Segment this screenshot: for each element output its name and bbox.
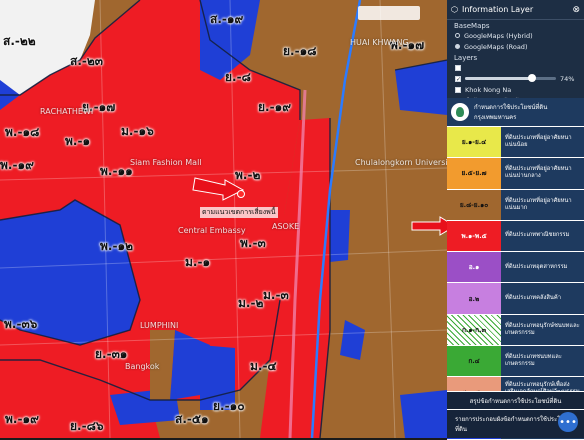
legend-swatch: ก.๔ (447, 346, 501, 377)
legend-swatch: ย.๑-ย.๔ (447, 127, 501, 158)
legend-swatch: อ.๑ (447, 252, 501, 283)
legend-text: ที่ดินประเภทที่อยู่อาศัยหนาแน่นปานกลาง (501, 158, 584, 189)
legend-row: ย.๘-ย.๑๐ ที่ดินประเภทที่อยู่อาศัยหนาแน่นม… (447, 189, 584, 221)
legend: กำหนดการใช้ประโยชน์ที่ดิน กรุงเทพมหานคร … (447, 98, 584, 440)
zone-label: ย.-๑๐ (213, 399, 245, 413)
legend-text: ที่ดินประเภทที่อยู่อาศัยหนาแน่นมาก (501, 189, 584, 220)
panel-header: ⬡ Information Layer ⊗ (447, 0, 584, 20)
radio-icon[interactable] (455, 44, 460, 49)
layer-label: Khok Nong Na (465, 85, 512, 94)
close-icon[interactable]: ⊗ (572, 5, 580, 15)
zone-label: ย.-๑๙ (258, 100, 291, 114)
layers-icon: ⬡ (451, 5, 458, 14)
zone-label: ส.-๕๑ (175, 412, 209, 426)
legend-title: กำหนดการใช้ประโยชน์ที่ดิน กรุงเทพมหานคร (474, 104, 548, 121)
zone-label: ม.-๔ (250, 359, 277, 373)
information-layer-panel: ⬡ Information Layer ⊗ BaseMaps GoogleMap… (447, 0, 584, 440)
basemaps-label: BaseMaps (454, 22, 490, 30)
legend-text: ที่ดินประเภทชนบทและเกษตรกรรม (501, 346, 584, 377)
marker-label: ตามแนวเขตการเสี่ยงพนื้ (200, 207, 278, 218)
zoning-map-layer (0, 0, 447, 438)
zone-label: ส.-๒๓ (70, 54, 103, 68)
legend-swatch: ก.๑-ก.๓ (447, 314, 501, 346)
place-label: HUAI KHWANG (350, 38, 409, 47)
zone-label: พ.-๓ (240, 236, 266, 250)
place-label: Central Embassy (178, 226, 246, 235)
legend-row: พ.๑-พ.๕ ที่ดินประเภทพาณิชยกรรม (447, 220, 584, 253)
place-label: Bangkok (125, 362, 160, 371)
zone-label: ย.-๑๘ (283, 44, 317, 58)
zone-label: พ.-๓๖ (4, 317, 38, 331)
legend-swatch: พ.๑-พ.๕ (447, 220, 501, 252)
zone-label: ส.-๒๒ (3, 34, 36, 48)
zoning-map[interactable]: ส.-๒๒ ส.-๒๓ ส.-๑๙ พ.-๑๗ ย.-๘ ย.-๑๘ พ.-๑๘… (0, 0, 447, 438)
basemap-label: GoogleMaps (Road) (464, 42, 528, 51)
legend-swatch: อ.๒ (447, 283, 501, 314)
layer-checkbox[interactable] (455, 86, 461, 93)
legend-text: ที่ดินประเภทคลังสินค้า (501, 283, 584, 314)
legend-row: ก.๑-ก.๓ ที่ดินประเภทอนุรักษ์ชนบทและเกษตรก… (447, 314, 584, 347)
zone-label: ม.-๓ (263, 288, 289, 302)
radio-icon[interactable] (455, 33, 460, 38)
zone-label: พ.-๑๘ (5, 125, 40, 139)
legend-text: ที่ดินประเภทพาณิชยกรรม (501, 220, 584, 252)
zone-label: พ.-๑ (65, 134, 91, 148)
legend-text: ที่ดินประเภทอุตสาหกรรม (501, 252, 584, 283)
more-button[interactable]: ••• (558, 412, 578, 432)
zone-label: พ.-๑๙ (5, 412, 39, 426)
basemap-label: GoogleMaps (Hybrid) (464, 31, 533, 40)
legend-row: ย.๑-ย.๔ ที่ดินประเภทที่อยู่อาศัยหนาแน่นน้… (447, 127, 584, 159)
legend-text: ที่ดินประเภทอนุรักษ์ชนบทและเกษตรกรรม (501, 314, 584, 346)
bma-logo-icon (451, 103, 469, 121)
legend-row: อ.๑ ที่ดินประเภทอุตสาหกรรม (447, 252, 584, 284)
layer-checkbox[interactable] (455, 64, 461, 71)
zone-label: ย.-๘๖ (70, 419, 104, 433)
layer-checkbox[interactable]: ✓ (455, 75, 461, 82)
place-label: Chulalongkorn University (355, 158, 447, 167)
layer-row[interactable]: ✓ 74% (447, 73, 584, 84)
layers-label: Layers (454, 54, 478, 62)
zone-label: ม.-๒ (238, 296, 264, 310)
legend-row: ก.๔ ที่ดินประเภทชนบทและเกษตรกรรม (447, 346, 584, 378)
basemap-option-road[interactable]: GoogleMaps (Road) (447, 41, 584, 52)
opacity-slider[interactable] (465, 74, 556, 82)
zone-label: ม.-๑ (185, 255, 211, 269)
legend-header: กำหนดการใช้ประโยชน์ที่ดิน กรุงเทพมหานคร (447, 98, 584, 127)
place-label: Siam Fashion Mall (130, 158, 202, 167)
basemap-option-hybrid[interactable]: GoogleMaps (Hybrid) (447, 30, 584, 41)
zone-label: พ.-๑๙ (0, 158, 34, 172)
legend-row: ย.๕-ย.๗ ที่ดินประเภทที่อยู่อาศัยหนาแน่นปา… (447, 158, 584, 190)
map-search-box[interactable] (358, 6, 420, 20)
summary-link[interactable]: สรุปข้อกำหนดการใช้ประโยชน์ที่ดิน (447, 391, 584, 410)
zone-label: ย.-๓๑ (95, 347, 128, 361)
place-label: LUMPHINI (140, 321, 179, 330)
zone-label: พ.-๑๑ (100, 164, 133, 178)
zone-label: ส.-๑๙ (210, 12, 244, 26)
zone-label: พ.-๒ (235, 168, 261, 182)
place-label: ASOKE (272, 222, 300, 231)
opacity-value: 74% (560, 74, 575, 83)
legend-swatch: ย.๕-ย.๗ (447, 158, 501, 189)
zone-label: ม.-๑๖ (121, 124, 154, 138)
legend-text: ที่ดินประเภทที่อยู่อาศัยหนาแน่นน้อย (501, 127, 584, 158)
layer-row[interactable]: Khok Nong Na (447, 84, 584, 95)
zone-label: ย.-๘ (225, 70, 251, 84)
legend-row: อ.๒ ที่ดินประเภทคลังสินค้า (447, 283, 584, 315)
place-label: RACHATHEWI (40, 107, 94, 116)
legend-swatch: ย.๘-ย.๑๐ (447, 189, 501, 220)
panel-title: Information Layer (461, 5, 534, 14)
layer-row[interactable] (447, 62, 584, 73)
zone-label: พ.-๑๒ (100, 239, 133, 253)
